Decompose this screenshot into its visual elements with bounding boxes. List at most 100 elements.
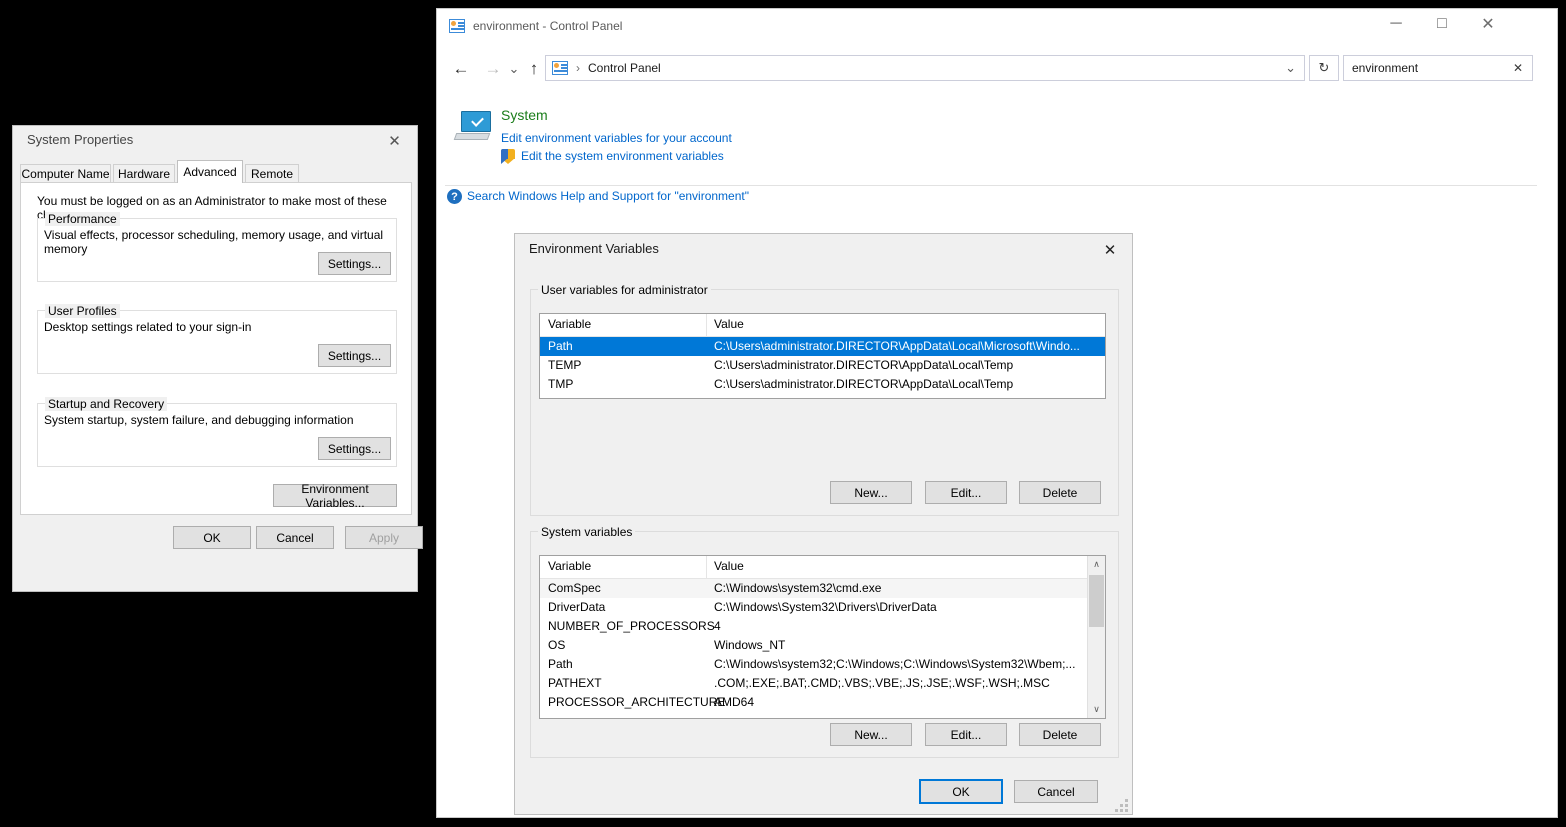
row-value: C:\Users\administrator.DIRECTOR\AppData\… xyxy=(714,377,1099,391)
column-separator[interactable] xyxy=(706,314,707,336)
row-value: Windows_NT xyxy=(714,638,1084,652)
system-variables-list[interactable]: Variable Value ComSpec C:\Windows\system… xyxy=(539,555,1106,719)
table-row[interactable]: Path C:\Users\administrator.DIRECTOR\App… xyxy=(540,337,1105,356)
up-icon[interactable]: ↑ xyxy=(521,57,547,81)
user-delete-button[interactable]: Delete xyxy=(1019,481,1101,504)
system-properties-window: System Properties ✕ Computer Name Hardwa… xyxy=(12,125,418,592)
scroll-up-icon[interactable]: ∧ xyxy=(1088,556,1105,573)
search-input[interactable]: environment xyxy=(1352,61,1418,75)
table-row[interactable]: OS Windows_NT xyxy=(540,636,1105,655)
row-variable: PATHEXT xyxy=(548,676,602,690)
cancel-button[interactable]: Cancel xyxy=(1014,780,1098,803)
table-row[interactable]: PROCESSOR_ARCHITECTURE AMD64 xyxy=(540,693,1105,712)
table-row[interactable]: TMP C:\Users\administrator.DIRECTOR\AppD… xyxy=(540,375,1105,394)
system-delete-button[interactable]: Delete xyxy=(1019,723,1101,746)
environment-variables-button[interactable]: Environment Variables... xyxy=(273,484,397,507)
user-variables-header: Variable Value xyxy=(540,314,1105,337)
resize-grip[interactable] xyxy=(1116,799,1128,811)
back-icon[interactable]: ← xyxy=(447,57,475,81)
row-variable: TEMP xyxy=(548,358,581,372)
system-variables-legend: System variables xyxy=(538,525,635,539)
address-bar[interactable]: › Control Panel ⌄ xyxy=(545,55,1305,81)
control-panel-icon xyxy=(552,61,568,75)
advanced-tab-panel: You must be logged on as an Administrato… xyxy=(20,182,412,515)
table-row[interactable]: TEMP C:\Users\administrator.DIRECTOR\App… xyxy=(540,356,1105,375)
close-icon[interactable]: ✕ xyxy=(372,126,417,156)
column-header-variable[interactable]: Variable xyxy=(548,559,591,573)
row-variable: TMP xyxy=(548,377,573,391)
minimize-icon[interactable]: ─ xyxy=(1373,9,1419,39)
system-edit-button[interactable]: Edit... xyxy=(925,723,1007,746)
result-link-system-env[interactable]: Edit the system environment variables xyxy=(521,149,724,163)
search-box[interactable]: environment ✕ xyxy=(1343,55,1533,81)
performance-settings-button[interactable]: Settings... xyxy=(318,252,391,275)
ok-button[interactable]: OK xyxy=(919,779,1003,804)
system-properties-footer: OK Cancel Apply xyxy=(13,526,417,566)
row-variable: Path xyxy=(548,657,573,671)
row-value: C:\Users\administrator.DIRECTOR\AppData\… xyxy=(714,358,1099,372)
user-profiles-group-legend: User Profiles xyxy=(45,304,120,318)
scroll-down-icon[interactable]: ∨ xyxy=(1088,701,1105,718)
startup-recovery-group-legend: Startup and Recovery xyxy=(45,397,167,411)
control-panel-titlebar: environment - Control Panel ─ □ ✕ xyxy=(437,9,1557,46)
row-value: .COM;.EXE;.BAT;.CMD;.VBS;.VBE;.JS;.JSE;.… xyxy=(714,676,1084,690)
tab-remote[interactable]: Remote xyxy=(245,164,299,182)
environment-variables-title: Environment Variables xyxy=(529,241,659,256)
system-monitor-icon xyxy=(455,111,493,143)
table-row[interactable]: Path C:\Windows\system32;C:\Windows;C:\W… xyxy=(540,655,1105,674)
startup-recovery-group: System startup, system failure, and debu… xyxy=(37,403,397,467)
tab-advanced[interactable]: Advanced xyxy=(177,160,243,183)
table-row[interactable]: ComSpec C:\Windows\system32\cmd.exe xyxy=(540,579,1105,598)
system-properties-title: System Properties xyxy=(27,132,133,147)
startup-recovery-settings-button[interactable]: Settings... xyxy=(318,437,391,460)
close-icon[interactable]: ✕ xyxy=(1465,9,1511,39)
environment-variables-dialog: Environment Variables ✕ User variables f… xyxy=(514,233,1133,815)
user-profiles-settings-button[interactable]: Settings... xyxy=(318,344,391,367)
control-panel-icon xyxy=(449,19,465,33)
column-header-value[interactable]: Value xyxy=(714,559,744,573)
environment-variables-titlebar: Environment Variables ✕ xyxy=(515,234,1132,266)
column-separator[interactable] xyxy=(706,556,707,578)
result-category-system[interactable]: System xyxy=(501,107,548,123)
user-new-button[interactable]: New... xyxy=(830,481,912,504)
user-variables-list[interactable]: Variable Value Path C:\Users\administrat… xyxy=(539,313,1106,399)
close-icon[interactable]: ✕ xyxy=(1088,234,1132,265)
chevron-down-icon[interactable]: ⌄ xyxy=(1285,60,1296,76)
scrollbar-thumb[interactable] xyxy=(1089,575,1104,627)
column-header-value[interactable]: Value xyxy=(714,317,744,331)
vertical-scrollbar[interactable]: ∧ ∨ xyxy=(1087,556,1105,718)
row-variable: OS xyxy=(548,638,565,652)
refresh-icon[interactable]: ↻ xyxy=(1309,55,1339,81)
system-properties-tabstrip: Computer Name Hardware Advanced Remote xyxy=(20,160,412,182)
shield-icon xyxy=(501,149,515,164)
system-properties-titlebar: System Properties ✕ xyxy=(13,126,417,158)
column-header-variable[interactable]: Variable xyxy=(548,317,591,331)
row-value: C:\Windows\system32;C:\Windows;C:\Window… xyxy=(714,657,1084,671)
cancel-button[interactable]: Cancel xyxy=(256,526,334,549)
tab-computer-name[interactable]: Computer Name xyxy=(20,164,111,182)
row-value: C:\Windows\System32\Drivers\DriverData xyxy=(714,600,1084,614)
user-variables-legend: User variables for administrator xyxy=(538,283,711,297)
breadcrumb-control-panel[interactable]: Control Panel xyxy=(588,61,661,75)
system-new-button[interactable]: New... xyxy=(830,723,912,746)
clear-search-icon[interactable]: ✕ xyxy=(1513,61,1523,75)
navigation-bar: ← → ⌄ ↑ › Control Panel ⌄ ↻ environment … xyxy=(437,45,1557,89)
ok-button[interactable]: OK xyxy=(173,526,251,549)
user-profiles-description: Desktop settings related to your sign-in xyxy=(44,320,251,334)
table-row[interactable]: NUMBER_OF_PROCESSORS 4 xyxy=(540,617,1105,636)
tab-hardware[interactable]: Hardware xyxy=(113,164,175,182)
row-variable: Path xyxy=(548,339,573,353)
table-row[interactable]: DriverData C:\Windows\System32\Drivers\D… xyxy=(540,598,1105,617)
results-divider xyxy=(445,185,1537,186)
table-row[interactable]: PATHEXT .COM;.EXE;.BAT;.CMD;.VBS;.VBE;.J… xyxy=(540,674,1105,693)
performance-group: Visual effects, processor scheduling, me… xyxy=(37,218,397,282)
maximize-icon[interactable]: □ xyxy=(1419,9,1465,39)
user-edit-button[interactable]: Edit... xyxy=(925,481,1007,504)
system-variables-header: Variable Value xyxy=(540,556,1105,579)
row-variable: NUMBER_OF_PROCESSORS xyxy=(548,619,715,633)
row-variable: PROCESSOR_ARCHITECTURE xyxy=(548,695,725,709)
control-panel-window-title: environment - Control Panel xyxy=(473,19,622,33)
result-link-user-env[interactable]: Edit environment variables for your acco… xyxy=(501,131,732,145)
apply-button: Apply xyxy=(345,526,423,549)
help-support-link[interactable]: Search Windows Help and Support for "env… xyxy=(467,189,749,203)
